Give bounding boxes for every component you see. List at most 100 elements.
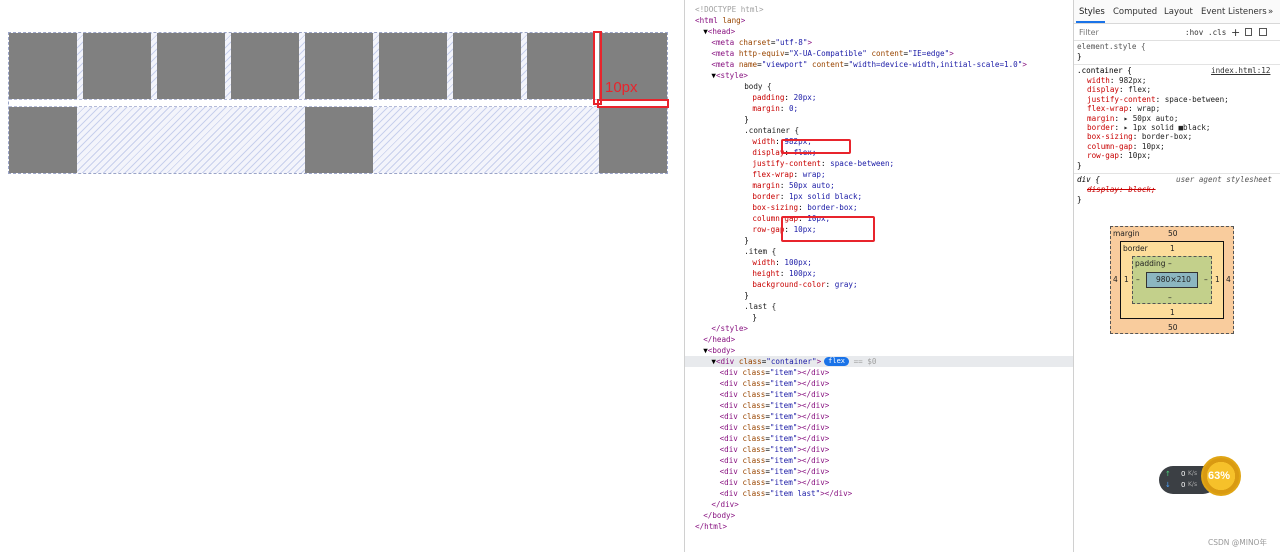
flex-item[interactable]	[9, 107, 77, 173]
dom-line[interactable]: width: 100px;	[685, 257, 1073, 268]
dom-line-text: body {	[744, 82, 772, 91]
dom-line[interactable]: justify-content: space-between;	[685, 158, 1073, 169]
tabs-overflow-icon[interactable]: »	[1268, 7, 1273, 17]
dom-line[interactable]: margin: 0;	[685, 103, 1073, 114]
border-right-value[interactable]: 1	[1215, 275, 1220, 284]
flex-item-last[interactable]	[599, 107, 667, 173]
tab-computed[interactable]: Computed	[1113, 7, 1157, 17]
tab-styles[interactable]: Styles	[1079, 7, 1105, 17]
dom-line[interactable]: </div>	[685, 499, 1073, 510]
hov-toggle[interactable]: :hov	[1185, 28, 1203, 37]
margin-bottom-value[interactable]: 50	[1168, 323, 1178, 332]
dom-line[interactable]: margin: 50px auto;	[685, 180, 1073, 191]
dom-line[interactable]: <div class="item last"></div>	[685, 488, 1073, 499]
dom-line[interactable]: }	[685, 114, 1073, 125]
dom-line[interactable]: <div class="item"></div>	[685, 389, 1073, 400]
flex-item[interactable]	[527, 33, 595, 99]
dom-line[interactable]: .last {	[685, 301, 1073, 312]
margin-right-value[interactable]: 4	[1226, 275, 1231, 284]
dom-line[interactable]: <div class="item"></div>	[685, 378, 1073, 389]
dom-line[interactable]: <div class="item"></div>	[685, 455, 1073, 466]
dom-line[interactable]: display: flex;	[685, 147, 1073, 158]
flex-item[interactable]	[379, 33, 447, 99]
dom-line[interactable]: <!DOCTYPE html>	[685, 4, 1073, 15]
dom-line[interactable]: column-gap: 10px;	[685, 213, 1073, 224]
computed-styles-icon[interactable]	[1245, 28, 1252, 36]
dom-line[interactable]: ▼<style>	[685, 70, 1073, 81]
dom-line[interactable]: <div class="item"></div>	[685, 367, 1073, 378]
new-rule-icon[interactable]: +	[1231, 26, 1240, 39]
styles-panel[interactable]: Styles Computed Layout Event Listeners »…	[1073, 0, 1280, 552]
border-left-value[interactable]: 1	[1124, 275, 1129, 284]
flex-item[interactable]	[231, 33, 299, 99]
dom-line[interactable]: height: 100px;	[685, 268, 1073, 279]
cls-toggle[interactable]: .cls	[1208, 28, 1226, 37]
elements-panel[interactable]: <!DOCTYPE html> <html lang> ▼<head> <meta c…	[684, 0, 1073, 552]
dom-line[interactable]: flex-wrap: wrap;	[685, 169, 1073, 180]
flex-item[interactable]	[305, 107, 373, 173]
css-property-value: ▸ 50px auto;	[1123, 113, 1179, 123]
dom-line[interactable]: width: 982px;	[685, 136, 1073, 147]
dom-line[interactable]: <meta http-equiv="X-UA-Compatible" conte…	[685, 48, 1073, 59]
dom-line-text: }	[744, 236, 749, 245]
dom-line[interactable]: <div class="item"></div>	[685, 466, 1073, 477]
dom-line[interactable]: <div class="item"></div>	[685, 444, 1073, 455]
dom-line[interactable]: <div class="item"></div>	[685, 411, 1073, 422]
dom-line-text: ▼<div class="container">	[711, 357, 822, 366]
divider	[1074, 173, 1280, 174]
dom-node-selected[interactable]: ▼<div class="container"> flex == $0	[685, 356, 1073, 367]
dom-line[interactable]: </body>	[685, 510, 1073, 521]
tab-event-listeners[interactable]: Event Listeners	[1201, 7, 1267, 17]
dom-line[interactable]: <html lang>	[685, 15, 1073, 26]
dom-line[interactable]: .container {	[685, 125, 1073, 136]
dom-line[interactable]: <div class="item"></div>	[685, 422, 1073, 433]
filter-input[interactable]: Filter	[1079, 28, 1099, 37]
dom-line-text: <div class="item"></div>	[719, 401, 830, 410]
content-size-value[interactable]: 980×210	[1156, 275, 1191, 284]
padding-left-value[interactable]: –	[1136, 275, 1140, 284]
dom-line[interactable]: }	[685, 312, 1073, 323]
dom-line[interactable]: <div class="item"></div>	[685, 400, 1073, 411]
margin-left-value[interactable]: 4	[1113, 275, 1118, 284]
dom-line[interactable]: <meta charset="utf-8">	[685, 37, 1073, 48]
column-gap-overlay	[225, 33, 231, 99]
border-top-value[interactable]: 1	[1170, 244, 1175, 253]
dom-line-text: ▼<body>	[703, 346, 736, 355]
tab-layout[interactable]: Layout	[1164, 7, 1193, 17]
dom-line[interactable]: border: 1px solid black;	[685, 191, 1073, 202]
dom-line[interactable]: </head>	[685, 334, 1073, 345]
dom-line[interactable]: ▼<head>	[685, 26, 1073, 37]
dom-line[interactable]: <div class="item"></div>	[685, 433, 1073, 444]
dom-line[interactable]: }	[685, 235, 1073, 246]
dom-line[interactable]: background-color: gray;	[685, 279, 1073, 290]
flex-item[interactable]	[83, 33, 151, 99]
padding-right-value[interactable]: –	[1204, 275, 1208, 284]
dom-line[interactable]: <meta name="viewport" content="width=dev…	[685, 59, 1073, 70]
css-property-value: 10px;	[1141, 141, 1165, 151]
dom-line-text: <div class="item"></div>	[719, 412, 830, 421]
dom-line[interactable]: row-gap: 10px;	[685, 224, 1073, 235]
border-bottom-value[interactable]: 1	[1170, 308, 1175, 317]
flex-item[interactable]	[9, 33, 77, 99]
dom-line[interactable]: body {	[685, 81, 1073, 92]
flex-item[interactable]	[157, 33, 225, 99]
memory-usage-medal[interactable]: 63%	[1201, 456, 1241, 496]
dom-line[interactable]: .item {	[685, 246, 1073, 257]
rule-source-link[interactable]: index.html:12	[1211, 66, 1270, 76]
padding-bottom-value[interactable]: –	[1168, 293, 1172, 302]
flex-container-highlight[interactable]: 10px	[8, 31, 669, 174]
css-declaration[interactable]: row-gap: 10px;	[1087, 151, 1151, 161]
dom-line[interactable]: }	[685, 290, 1073, 301]
padding-top-value[interactable]: –	[1168, 259, 1172, 268]
flex-item[interactable]	[453, 33, 521, 99]
toggle-sidebar-icon[interactable]	[1259, 28, 1267, 36]
flex-item[interactable]	[305, 33, 373, 99]
dom-line[interactable]: padding: 20px;	[685, 92, 1073, 103]
dom-line[interactable]: </style>	[685, 323, 1073, 334]
dom-line[interactable]: </html>	[685, 521, 1073, 532]
margin-top-value[interactable]: 50	[1168, 229, 1178, 238]
dom-line[interactable]: box-sizing: border-box;	[685, 202, 1073, 213]
dom-line[interactable]: ▼<body>	[685, 345, 1073, 356]
flex-badge[interactable]: flex	[824, 357, 850, 366]
dom-line[interactable]: <div class="item"></div>	[685, 477, 1073, 488]
